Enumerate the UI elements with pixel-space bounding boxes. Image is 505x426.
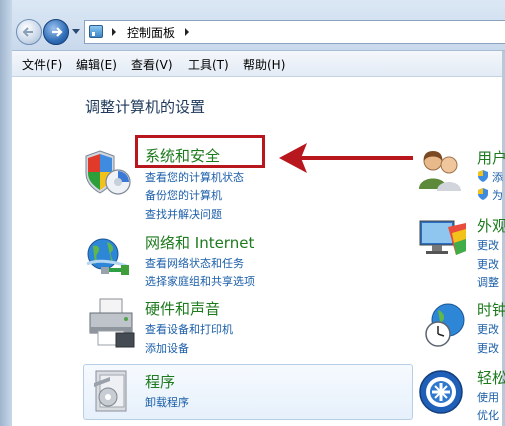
link-add-device[interactable]: 添加设备 xyxy=(145,340,189,356)
menu-bar: 文件(F) 编辑(E) 查看(V) 工具(T) 帮助(H) xyxy=(12,51,502,77)
link-clock-change-1[interactable]: 更改 xyxy=(477,321,499,337)
category-programs[interactable]: 程序 xyxy=(145,371,175,392)
link-devices-printers[interactable]: 查看设备和打印机 xyxy=(145,321,233,337)
link-view-status[interactable]: 查看您的计算机状态 xyxy=(145,169,244,185)
control-panel-icon xyxy=(89,25,103,38)
back-arrow-icon xyxy=(22,27,33,37)
breadcrumb-control-panel[interactable]: 控制面板 xyxy=(127,24,175,41)
link-appearance-change-2[interactable]: 更改 xyxy=(477,256,499,272)
menu-help[interactable]: 帮助(H) xyxy=(243,56,285,73)
link-user-add[interactable]: 添 xyxy=(492,169,503,185)
menu-edit[interactable]: 编辑(E) xyxy=(76,56,117,73)
window-frame-left xyxy=(0,0,12,426)
highlight-box xyxy=(135,135,265,168)
address-bar[interactable]: 控制面板 xyxy=(84,20,505,44)
recent-pages-dropdown[interactable] xyxy=(72,29,80,34)
uac-shield-icon xyxy=(478,188,488,200)
page-title: 调整计算机的设置 xyxy=(85,98,206,116)
control-panel-content: 调整计算机的设置 系统和安全 查看您的计算机状态 备份您的计算机 查找并解决问题… xyxy=(12,77,505,426)
uac-shield-icon xyxy=(478,170,488,182)
forward-button[interactable] xyxy=(43,19,69,45)
programs-hover-box[interactable] xyxy=(83,364,413,420)
category-clock-region[interactable]: 时钟 xyxy=(477,299,505,320)
link-ease-use[interactable]: 使用 xyxy=(477,389,499,405)
link-clock-change-2[interactable]: 更改 xyxy=(477,340,499,356)
breadcrumb-separator-icon[interactable] xyxy=(185,28,189,36)
menu-file[interactable]: 文件(F) xyxy=(22,56,62,73)
link-appearance-change-1[interactable]: 更改 xyxy=(477,237,499,253)
printer-icon xyxy=(89,298,135,348)
programs-icon xyxy=(94,370,127,412)
appearance-icon xyxy=(419,220,466,255)
back-button[interactable] xyxy=(16,19,42,45)
category-ease-of-access[interactable]: 轻松 xyxy=(477,367,505,388)
category-network-internet[interactable]: 网络和 Internet xyxy=(145,232,254,253)
category-hardware-sound[interactable]: 硬件和声音 xyxy=(145,298,220,319)
link-homegroup[interactable]: 选择家庭组和共享选项 xyxy=(145,273,255,289)
navigation-bar: 控制面板 xyxy=(12,0,505,51)
forward-arrow-icon xyxy=(52,27,63,37)
menu-tools[interactable]: 工具(T) xyxy=(188,56,229,73)
breadcrumb-separator-icon[interactable] xyxy=(112,28,116,36)
ease-of-access-icon xyxy=(419,370,463,414)
clock-globe-icon xyxy=(425,303,465,347)
link-network-status[interactable]: 查看网络状态和任务 xyxy=(145,255,244,271)
link-backup[interactable]: 备份您的计算机 xyxy=(145,187,222,203)
link-appearance-adjust[interactable]: 调整 xyxy=(477,274,499,290)
link-uninstall-program[interactable]: 卸载程序 xyxy=(145,394,189,410)
network-globe-icon xyxy=(86,238,129,275)
red-arrow-icon xyxy=(279,143,413,173)
menu-view[interactable]: 查看(V) xyxy=(131,56,173,73)
category-user-accounts[interactable]: 用户 xyxy=(477,147,505,168)
link-troubleshoot[interactable]: 查找并解决问题 xyxy=(145,206,222,222)
link-user-for[interactable]: 为 xyxy=(492,187,503,203)
link-ease-optimize[interactable]: 优化 xyxy=(477,407,499,423)
user-accounts-icon xyxy=(419,151,461,191)
category-appearance[interactable]: 外观 xyxy=(477,215,505,236)
security-shield-icon xyxy=(85,150,131,195)
